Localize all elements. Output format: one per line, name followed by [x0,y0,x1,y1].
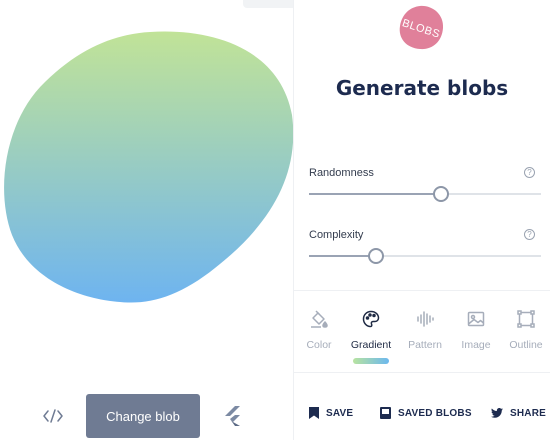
action-bar: SAVE SAVED BLOBS SHARE [294,400,550,426]
tab-gradient[interactable]: Gradient [346,302,396,362]
slider-fill [309,193,442,195]
sidebar: BLOBS Generate blobs Randomness ? Comple… [294,0,550,440]
tab-label: Gradient [350,339,392,351]
randomness-slider: Randomness ? [309,167,541,207]
slider-thumb[interactable] [368,248,385,264]
randomness-label: Randomness [309,167,374,179]
twitter-icon [491,408,503,418]
share-button[interactable]: SHARE [491,404,546,422]
image-icon [466,309,486,329]
section-divider [294,290,550,291]
help-icon[interactable]: ? [524,167,535,178]
tab-outline[interactable]: Outline [501,302,550,362]
waveform-icon [415,309,435,329]
share-label: SHARE [510,407,547,419]
flutter-icon[interactable] [222,404,244,428]
saved-blobs-button[interactable]: SAVED BLOBS [380,404,472,422]
saved-blobs-label: SAVED BLOBS [398,407,472,419]
outline-icon [516,309,536,329]
tab-label: Color [306,339,332,351]
editor-toolbar: Change blob [0,392,293,440]
top-tab [243,0,293,8]
complexity-label: Complexity [309,229,364,241]
save-button[interactable]: SAVE [309,404,353,422]
save-label: SAVE [326,407,354,419]
slider-thumb[interactable] [433,186,450,202]
page-title: Generate blobs [335,76,509,100]
saved-icon [380,407,391,419]
section-divider [294,372,550,373]
complexity-slider: Complexity ? [309,229,541,269]
active-tab-indicator [353,358,389,364]
code-icon[interactable] [40,404,66,428]
tab-color[interactable]: Color [294,302,344,362]
tab-pattern[interactable]: Pattern [400,302,450,362]
paint-bucket-icon [309,309,329,329]
palette-icon [361,309,381,329]
tab-image[interactable]: Image [451,302,501,362]
tab-label: Image [461,339,491,351]
tab-label: Outline [509,339,543,351]
change-blob-button[interactable]: Change blob [86,394,200,438]
slider-fill [309,255,377,257]
blob-canvas-panel [0,0,293,440]
tab-label: Pattern [408,339,442,351]
blob-shape [4,31,293,303]
slider-track[interactable] [309,248,541,264]
bookmark-icon [309,407,319,419]
help-icon[interactable]: ? [524,229,535,240]
logo: BLOBS [396,4,446,54]
slider-track[interactable] [309,186,541,202]
fill-type-tabs: Color Gradient Pattern Image Outline [294,302,550,372]
